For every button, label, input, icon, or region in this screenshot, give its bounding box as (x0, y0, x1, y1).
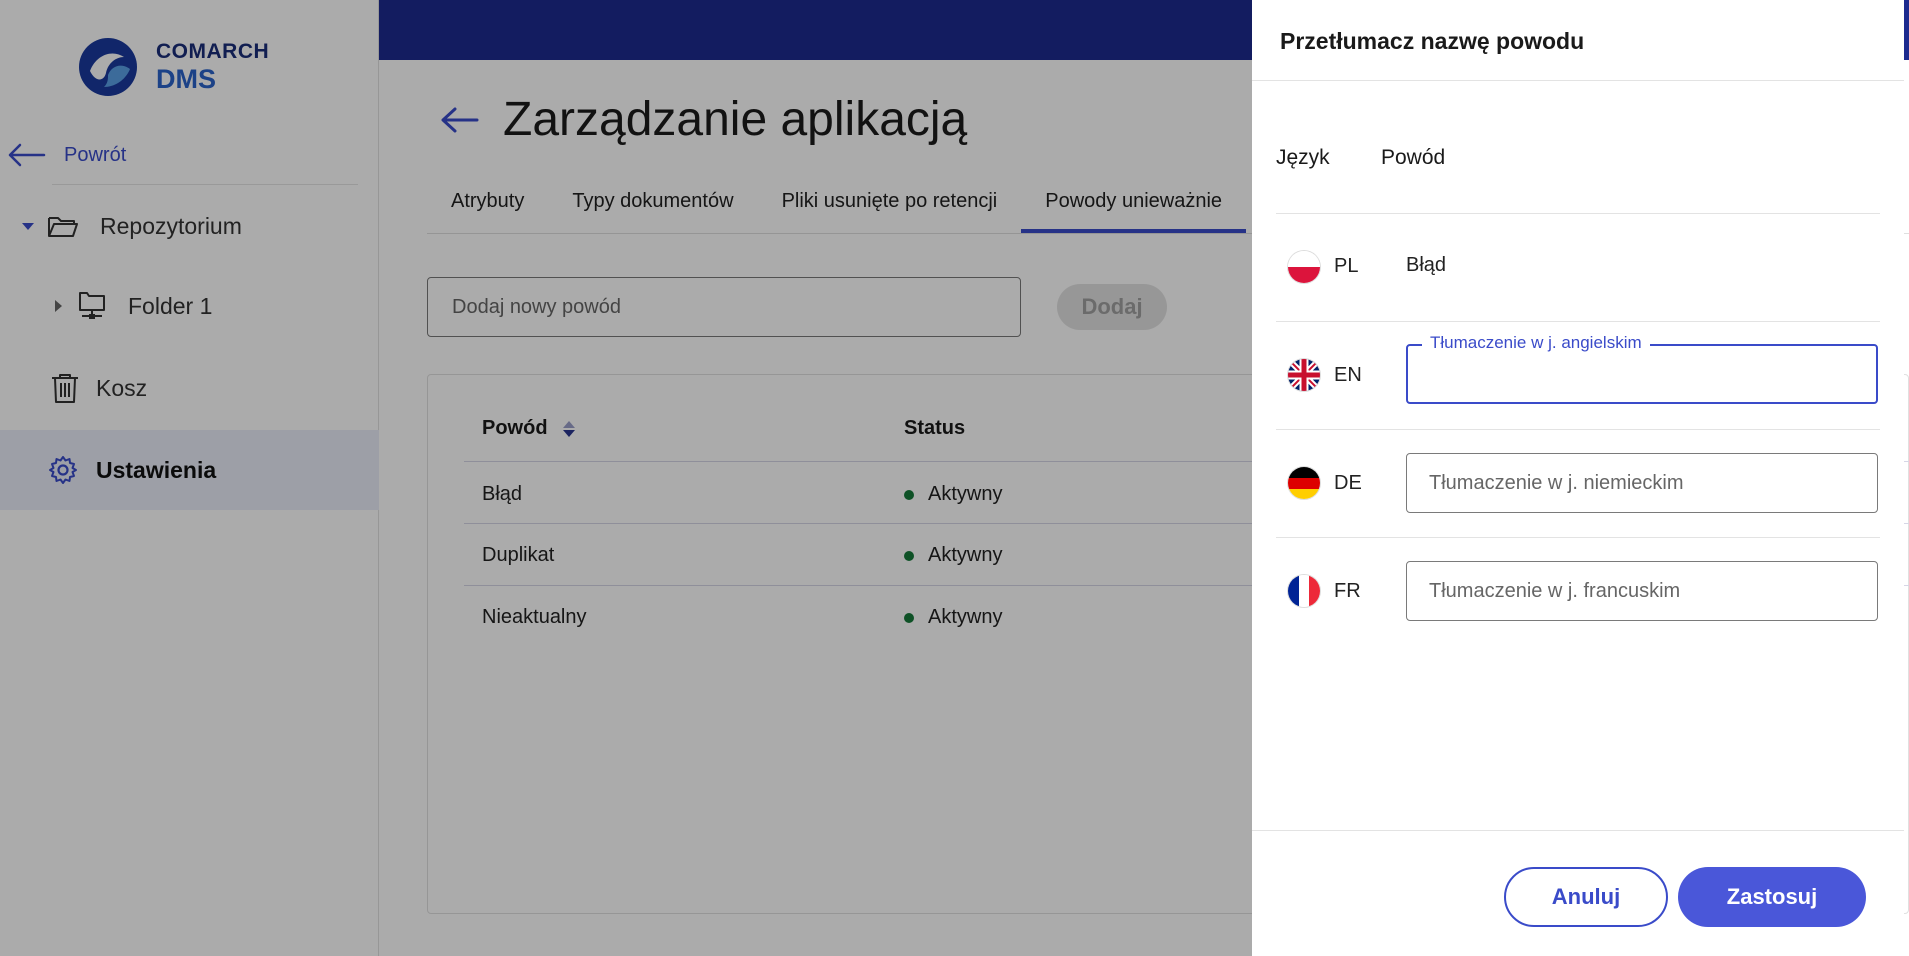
language-code: DE (1334, 472, 1362, 494)
english-translation-input[interactable] (1406, 344, 1878, 404)
germany-flag-icon (1288, 467, 1320, 499)
apply-button[interactable]: Zastosuj (1678, 867, 1866, 927)
row-divider (1276, 537, 1880, 538)
row-divider (1276, 429, 1880, 430)
cancel-button[interactable]: Anuluj (1504, 867, 1668, 927)
german-translation-input[interactable] (1406, 453, 1878, 513)
modal-backdrop[interactable] (0, 0, 1252, 956)
france-flag-icon (1288, 575, 1320, 607)
uk-flag-icon (1288, 359, 1320, 391)
dialog-title: Przetłumacz nazwę powodu (1280, 28, 1585, 54)
french-translation-input[interactable] (1406, 561, 1878, 621)
row-divider (1276, 321, 1880, 322)
column-header-language: Język (1276, 146, 1330, 169)
row-divider (1276, 213, 1880, 214)
dialog-header-divider (1252, 80, 1904, 81)
english-field-label: Tłumaczenie w j. angielskim (1422, 333, 1650, 353)
language-code: PL (1334, 255, 1359, 277)
poland-flag-icon (1288, 251, 1320, 283)
language-code: FR (1334, 580, 1361, 602)
dialog-footer-divider (1252, 830, 1904, 831)
column-header-reason: Powód (1381, 146, 1446, 169)
language-code: EN (1334, 364, 1362, 386)
source-reason-text: Błąd (1406, 254, 1447, 276)
translate-reason-dialog: Przetłumacz nazwę powodu Język Powód PL … (1252, 0, 1904, 956)
